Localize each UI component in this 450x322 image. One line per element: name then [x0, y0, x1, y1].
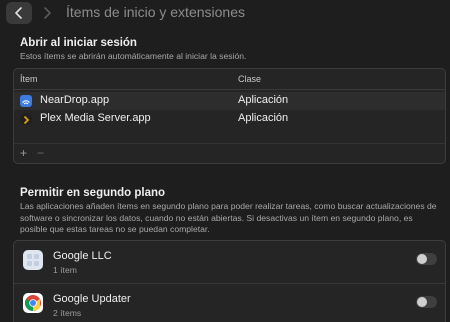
background-item-count: 1 ítem — [53, 265, 77, 275]
table-row[interactable]: Plex Media Server.app Aplicación — [14, 110, 445, 128]
google-updater-toggle[interactable] — [416, 296, 437, 308]
chevron-left-icon — [15, 7, 22, 19]
background-items-description: Las aplicaciones añaden ítems en segundo… — [20, 201, 437, 234]
table-header: Ítem Clase — [14, 69, 445, 90]
login-item-name: NearDrop.app — [40, 94, 110, 106]
google-llc-toggle[interactable] — [416, 253, 437, 265]
column-header-kind[interactable]: Clase — [238, 74, 261, 84]
login-items-subtitle: Estos ítems se abrirán automáticamente a… — [20, 51, 247, 61]
chrome-icon — [23, 293, 43, 313]
list-item[interactable]: Google LLC 1 ítem — [14, 241, 445, 283]
neardrop-app-icon — [20, 95, 32, 107]
login-item-name: Plex Media Server.app — [40, 112, 151, 124]
chevron-right-icon — [44, 7, 51, 19]
background-items-title: Permitir en segundo plano — [20, 187, 166, 199]
add-item-button[interactable]: + — [20, 146, 27, 160]
plex-app-icon — [20, 113, 32, 125]
forward-button[interactable] — [36, 2, 58, 24]
background-items-list: Google LLC 1 ítem Google Updater 2 ítems — [13, 240, 446, 322]
list-item[interactable]: Google Updater 2 ítems — [14, 283, 445, 322]
back-button[interactable] — [6, 2, 32, 24]
table-footer: + − — [14, 143, 445, 163]
toggle-knob — [417, 254, 427, 264]
toolbar: Ítems de inicio y extensiones — [0, 0, 450, 28]
window-title: Ítems de inicio y extensiones — [66, 4, 245, 20]
table-row[interactable]: NearDrop.app Aplicación — [14, 92, 445, 110]
login-items-title: Abrir al iniciar sesión — [20, 37, 137, 49]
login-item-kind: Aplicación — [238, 112, 289, 124]
remove-item-button[interactable]: − — [37, 146, 44, 160]
google-llc-icon — [23, 250, 43, 270]
column-header-item[interactable]: Ítem — [20, 74, 38, 84]
login-item-kind: Aplicación — [238, 94, 289, 106]
toggle-knob — [417, 297, 427, 307]
login-items-table: Ítem Clase NearDrop.app Aplicación Plex … — [13, 68, 446, 164]
background-item-name: Google Updater — [53, 293, 131, 305]
background-item-count: 2 ítems — [53, 308, 82, 318]
background-item-name: Google LLC — [53, 250, 112, 262]
